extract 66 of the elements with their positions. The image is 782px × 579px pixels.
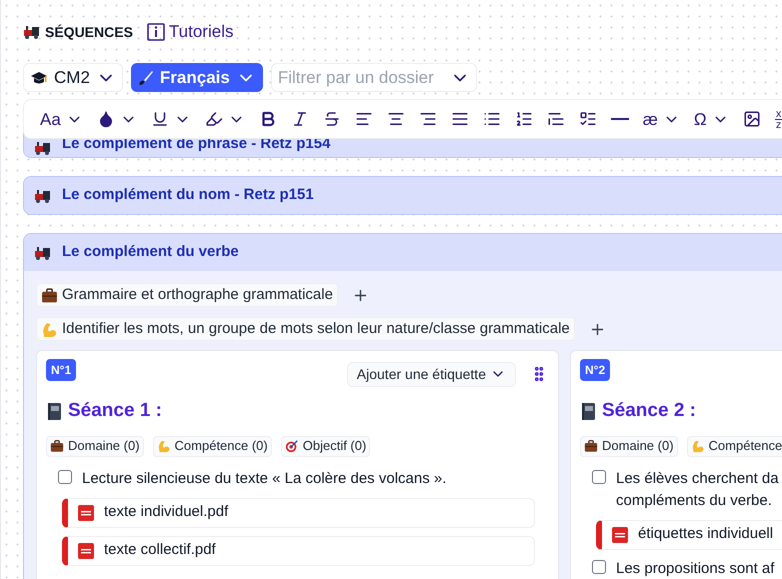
- session-title: Séance 1 :: [68, 399, 162, 423]
- tag-chip: Identifier les mots, un groupe de mots selon leur nature/classe grammaticale: [36, 317, 575, 341]
- file-name: texte collectif.pdf: [104, 540, 216, 560]
- session-number: N°1: [46, 359, 76, 381]
- numbered-list-icon: [514, 110, 533, 128]
- strikethrough-icon: [322, 110, 341, 128]
- train-icon: [34, 141, 52, 155]
- toolbar-button[interactable]: Aa: [36, 106, 87, 132]
- sequence-header[interactable]: Le complément du verbe: [24, 234, 782, 271]
- tag-chip[interactable]: Compétence (0): [152, 436, 272, 456]
- tag-chip[interactable]: Objectif (0): [280, 436, 370, 456]
- page-title: SÉQUENCES: [45, 22, 133, 42]
- checklist-icon: [578, 110, 597, 128]
- toolbar-button[interactable]: x z: [770, 106, 782, 132]
- file-attachment[interactable]: texte collectif.pdf: [62, 536, 535, 566]
- train-icon: [23, 25, 41, 39]
- task-text: Les élèves cherchent da compléments du verbe.: [616, 468, 779, 510]
- paintbrush-icon: [138, 70, 154, 86]
- align-right-icon: [418, 110, 437, 128]
- file-name: étiquettes individuell: [638, 524, 774, 544]
- graduation-cap-icon: [30, 70, 48, 86]
- image-icon: [742, 110, 761, 128]
- checkbox[interactable]: [592, 560, 606, 574]
- toolbar-button[interactable]: Ω: [690, 106, 733, 132]
- train-icon: [34, 246, 52, 260]
- pdf-file-icon: [78, 504, 94, 520]
- train-icon: [34, 188, 52, 202]
- align-center-icon: [386, 110, 405, 128]
- tag-chip[interactable]: Domaine (0): [46, 436, 144, 456]
- file-attachment[interactable]: étiquettes individuell: [596, 520, 782, 550]
- info-icon: [146, 23, 165, 41]
- quote-icon: [546, 110, 565, 128]
- pdf-file-icon: [612, 526, 628, 542]
- target-icon: [284, 439, 299, 453]
- flexed-arm-icon: [156, 439, 171, 453]
- underline-icon: [150, 110, 169, 128]
- flexed-arm-icon: [690, 439, 705, 453]
- horizontal-rule-icon: [610, 118, 629, 120]
- session-number: N°2: [580, 359, 610, 381]
- flexed-arm-icon: [41, 320, 58, 338]
- toolbar-button[interactable]: æ: [638, 106, 684, 132]
- filter-dropdown[interactable]: Français: [130, 63, 263, 92]
- briefcase-icon: [584, 439, 598, 453]
- checkbox[interactable]: [592, 470, 606, 484]
- tag-chip[interactable]: Domaine (0): [580, 436, 678, 456]
- filter-dropdown[interactable]: CM2: [23, 63, 123, 92]
- file-attachment[interactable]: texte individuel.pdf: [62, 498, 535, 528]
- align-left-icon: [354, 110, 373, 128]
- tag-chip[interactable]: Compétence: [686, 436, 782, 456]
- highlighter-icon: [204, 110, 223, 128]
- session-title: Séance 2 :: [602, 399, 696, 423]
- checkbox[interactable]: [58, 470, 72, 484]
- tag-chip: Grammaire et orthographe grammaticale: [36, 283, 338, 307]
- notebook-icon: [46, 402, 63, 421]
- task-text: Lecture silencieuse du texte « La colère des volcans ».: [82, 468, 446, 488]
- briefcase-icon: [41, 286, 58, 304]
- notebook-icon: [580, 402, 597, 421]
- pdf-file-icon: [78, 542, 94, 558]
- tutorials-link[interactable]: Tutoriels: [146, 19, 234, 45]
- briefcase-icon: [50, 439, 64, 453]
- task-text: Les propositions sont af: [616, 558, 774, 578]
- bullet-list-icon: [482, 110, 501, 128]
- file-name: texte individuel.pdf: [104, 502, 228, 522]
- add-label-dropdown[interactable]: Ajouter une étiquette: [346, 362, 516, 386]
- align-justify-icon: [450, 110, 469, 128]
- sequence-header[interactable]: Le complément du nom - Retz p151: [24, 177, 782, 214]
